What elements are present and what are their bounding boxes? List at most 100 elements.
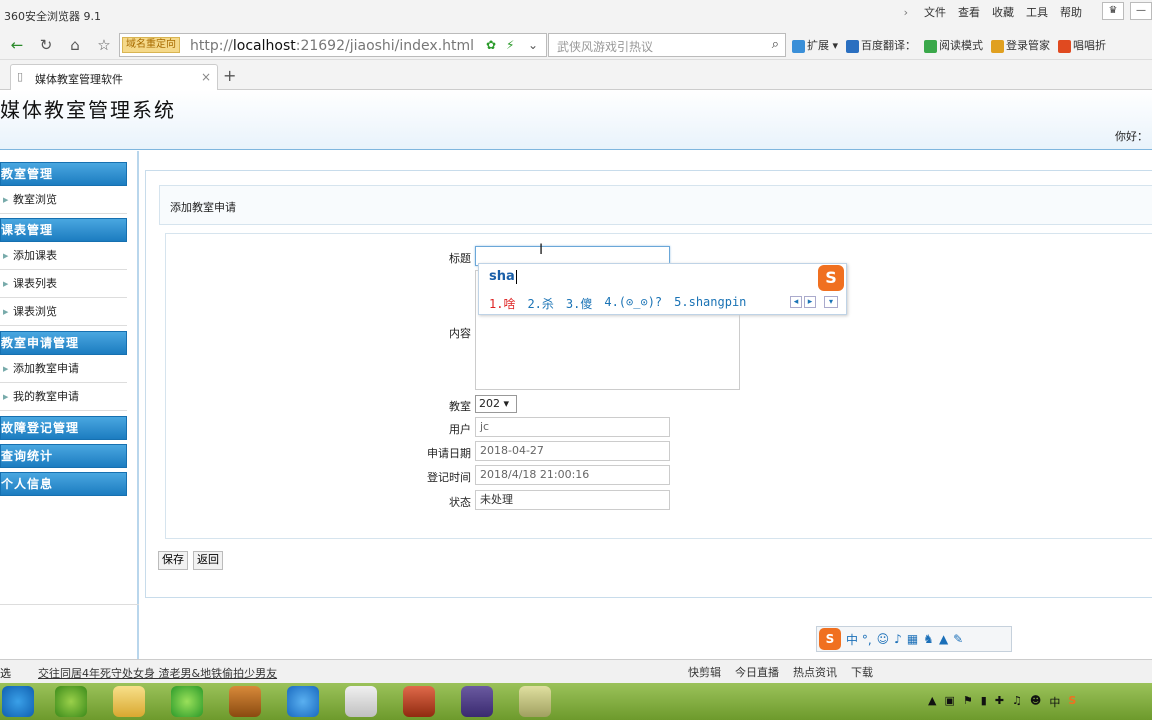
ime-mode[interactable]: 中 °, <box>846 631 872 648</box>
ime-candidate-4[interactable]: 4.(⊙_⊙)? <box>604 295 662 312</box>
book-icon[interactable] <box>229 686 261 717</box>
text-cursor-icon: I <box>539 242 544 258</box>
sidebar-item-classroom-browse[interactable]: ▶ 教室浏览 <box>0 186 127 214</box>
reading-mode-button[interactable]: 阅读模式 <box>924 37 983 53</box>
save-button[interactable]: 保存 <box>158 551 188 570</box>
sogou-tray-icon[interactable]: S <box>1068 694 1076 710</box>
status-field[interactable]: 未处理 <box>475 490 670 510</box>
breadcrumb: 添加教室申请 <box>159 185 1152 225</box>
shirt-icon[interactable]: ▲ <box>939 632 948 646</box>
new-tab-button[interactable]: + <box>223 66 236 85</box>
register-time-field[interactable]: 2018/4/18 21:00:16 <box>475 465 670 485</box>
download-button[interactable]: 下载 <box>851 664 873 680</box>
ime-toolbar[interactable]: S 中 °, ☺ ♪ ▦ ♞ ▲ ✎ <box>816 626 1012 652</box>
user-field[interactable]: jc <box>475 417 670 437</box>
ie-icon[interactable] <box>2 686 34 717</box>
wrench-icon[interactable]: ✎ <box>953 632 963 646</box>
360-browser-icon[interactable] <box>171 686 203 717</box>
microphone-icon[interactable]: ♪ <box>894 632 902 646</box>
sidebar-group-classroom[interactable]: 教室管理 <box>0 162 127 186</box>
sidebar-item-schedule-browse[interactable]: ▶ 课表浏览 <box>0 298 127 326</box>
back-icon[interactable]: ← <box>8 36 26 54</box>
url-text[interactable]: http://localhost:21692/jiaoshi/index.htm… <box>190 38 474 54</box>
refresh-icon[interactable]: ↻ <box>37 36 55 54</box>
discount-icon <box>1058 39 1072 53</box>
news-ticker-link[interactable]: 交往同居4年死守处女身 渣老男&地铁偷拍少男友 <box>38 665 277 681</box>
redirect-badge[interactable]: 域名重定向 <box>122 37 180 53</box>
ie-icon[interactable] <box>287 686 319 717</box>
classroom-label: 教室 <box>449 400 471 413</box>
prev-page-icon[interactable]: ◂ <box>790 296 802 308</box>
volume-icon[interactable]: ♫ <box>1012 694 1022 710</box>
sidebar-item-add-application[interactable]: ▶ 添加教室申请 <box>0 355 127 383</box>
minimize-icon[interactable]: — <box>1130 2 1152 20</box>
star-icon[interactable]: ☆ <box>95 36 113 54</box>
input-method-indicator[interactable]: 中 <box>1049 694 1060 710</box>
discount-button[interactable]: 唱唱折 <box>1058 37 1106 53</box>
apply-date-field[interactable]: 2018-04-27 <box>475 441 670 461</box>
extensions-icon <box>792 39 805 53</box>
tray-up-icon[interactable]: ▲ <box>928 694 936 710</box>
network-icon[interactable]: ▣ <box>944 694 954 710</box>
quick-edit-button[interactable]: 快剪辑 <box>688 664 721 680</box>
speed-icon[interactable]: ⚡ <box>506 38 514 52</box>
ime-candidate-3[interactable]: 3.傻 <box>566 295 592 312</box>
menu-favorites[interactable]: 收藏 <box>992 4 1014 20</box>
tool-icon[interactable] <box>519 686 551 717</box>
skin-icon[interactable]: ♞ <box>923 632 934 646</box>
sidebar-group-query[interactable]: 查询统计 <box>0 444 127 468</box>
status-tools: 快剪辑 今日直播 热点资讯 下载 <box>688 664 873 680</box>
sidebar-item-my-applications[interactable]: ▶ 我的教室申请 <box>0 383 127 411</box>
sidebar-item-schedule-list[interactable]: ▶ 课表列表 <box>0 270 127 298</box>
battery-icon[interactable]: ▮ <box>981 694 987 710</box>
menu-file[interactable]: 文件 <box>924 4 946 20</box>
address-bar[interactable]: 域名重定向 http://localhost:21692/jiaoshi/ind… <box>119 33 547 57</box>
hot-news-button[interactable]: 热点资讯 <box>793 664 837 680</box>
ime-candidate-2[interactable]: 2.杀 <box>527 295 553 312</box>
greeting: 你好： <box>1115 130 1148 143</box>
folder-icon[interactable] <box>113 686 145 717</box>
database-icon[interactable] <box>403 686 435 717</box>
chevron-right-icon[interactable]: › <box>904 6 908 19</box>
java-icon[interactable] <box>345 686 377 717</box>
menu-help[interactable]: 帮助 <box>1060 4 1082 20</box>
sidebar-group-profile[interactable]: 个人信息 <box>0 472 127 496</box>
next-page-icon[interactable]: ▸ <box>804 296 816 308</box>
menu-tools[interactable]: 工具 <box>1026 4 1048 20</box>
translate-icon <box>846 39 860 53</box>
keyboard-icon[interactable]: ▦ <box>907 632 918 646</box>
sidebar-group-application[interactable]: 教室申请管理 <box>0 331 127 355</box>
close-icon[interactable]: × <box>201 70 211 84</box>
sidebar: 教室管理 ▶ 教室浏览 课表管理 ▶ 添加课表 ▶ 课表列表 ▶ 课表浏览 教室申请管理… <box>0 151 139 659</box>
tab-active[interactable]: ▯ 媒体教室管理软件 × <box>10 64 218 90</box>
classroom-select[interactable]: 202 ▾ <box>475 395 517 413</box>
title-label: 标题 <box>449 252 471 265</box>
ime-candidate-popup[interactable]: sha S 1.啥 2.杀 3.傻 4.(⊙_⊙)? 5.shangpin ◂ … <box>478 263 847 315</box>
register-time-label: 登记时间 <box>427 471 471 484</box>
ime-candidate-1[interactable]: 1.啥 <box>489 295 515 312</box>
chevron-down-icon[interactable]: ⌄ <box>528 38 538 52</box>
green-app-icon[interactable] <box>55 686 87 717</box>
security-icon[interactable]: ✿ <box>486 38 496 52</box>
baidu-translate-button[interactable]: 百度翻译： <box>846 37 916 53</box>
menu-view[interactable]: 查看 <box>958 4 980 20</box>
ime-candidate-5[interactable]: 5.shangpin <box>674 295 746 312</box>
search-icon[interactable]: ⌕ <box>772 37 779 52</box>
browser-navbar: ← ↻ ⌂ ☆ 域名重定向 http://localhost:21692/jia… <box>0 30 1152 60</box>
flag-icon[interactable]: ⚑ <box>963 694 973 710</box>
shield-icon[interactable]: ✚ <box>995 694 1004 710</box>
live-button[interactable]: 今日直播 <box>735 664 779 680</box>
login-manager-button[interactable]: 登录管家 <box>991 37 1050 53</box>
visual-studio-icon[interactable] <box>461 686 493 717</box>
emoji-icon[interactable]: ☺ <box>877 632 890 646</box>
qq-icon[interactable]: ☻ <box>1030 694 1041 710</box>
extensions-button[interactable]: 扩展 ▾ <box>792 37 838 53</box>
ime-expand-icon[interactable]: ▾ <box>824 296 838 308</box>
skin-icon[interactable]: ♛ <box>1102 2 1124 20</box>
sidebar-item-add-schedule[interactable]: ▶ 添加课表 <box>0 242 127 270</box>
search-box[interactable]: 武侠风游戏引热议 ⌕ <box>548 33 786 57</box>
sidebar-group-fault[interactable]: 故障登记管理 <box>0 416 127 440</box>
back-button[interactable]: 返回 <box>193 551 223 570</box>
home-icon[interactable]: ⌂ <box>66 36 84 54</box>
sidebar-group-schedule[interactable]: 课表管理 <box>0 218 127 242</box>
